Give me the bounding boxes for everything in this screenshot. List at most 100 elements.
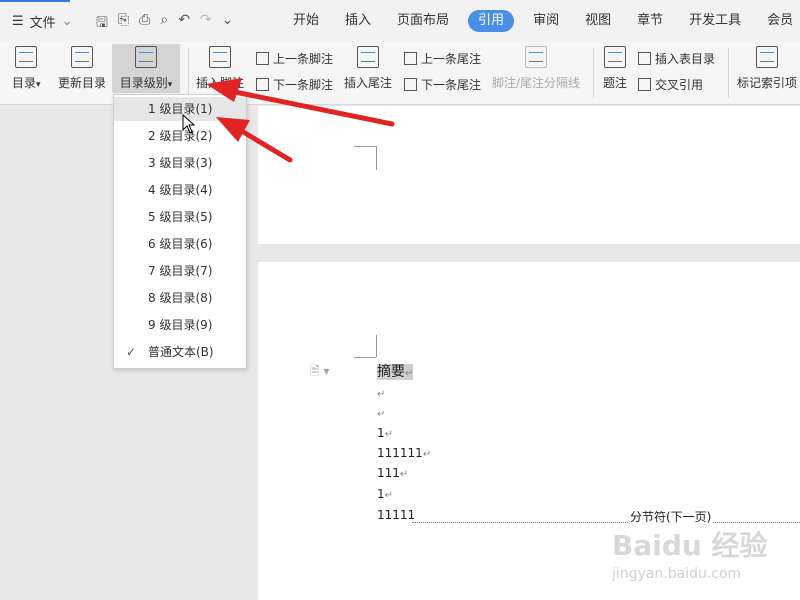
section-break-label: 分节符(下一页) xyxy=(628,508,714,525)
crop-mark xyxy=(376,146,377,170)
next-footnote-label: 下一条脚注 xyxy=(273,78,334,92)
dropdown-item-level-2[interactable]: 2 级目录(2) xyxy=(114,124,246,148)
format-painter-icon[interactable]: ⎘ xyxy=(118,12,129,36)
redo-icon[interactable]: ↷ xyxy=(200,12,212,36)
save-icon[interactable]: 🖫 xyxy=(96,12,108,36)
toc-icon xyxy=(15,46,38,68)
insert-endnote-label: 插入尾注 xyxy=(344,76,393,90)
next-footnote-icon xyxy=(256,78,269,91)
toc-level-label: 目录级别▾ xyxy=(119,76,173,90)
ribbon-separator xyxy=(188,48,189,98)
next-footnote-button[interactable]: 下一条脚注 xyxy=(256,76,333,93)
insert-footnote-label: 插入脚注 xyxy=(196,76,245,90)
crop-mark xyxy=(376,335,377,357)
insert-footnote-button[interactable]: 插入脚注 xyxy=(196,46,244,91)
tab-review[interactable]: 审阅 xyxy=(520,10,572,32)
dropdown-item-level-3[interactable]: 3 级目录(3) xyxy=(114,151,246,175)
undo-icon[interactable]: ↶ xyxy=(178,12,190,36)
prev-endnote-icon xyxy=(404,52,417,65)
separator-line-button[interactable]: 脚注/尾注分隔线 xyxy=(492,46,580,91)
dropdown-item-body-text[interactable]: ✓ 普通文本(B) xyxy=(114,340,246,364)
toc-level-dropdown: 1 级目录(1) 2 级目录(2) 3 级目录(3) 4 级目录(4) 5 级目… xyxy=(113,94,247,369)
prev-footnote-icon xyxy=(256,52,269,65)
separator-line-icon xyxy=(525,46,548,68)
tab-home[interactable]: 开始 xyxy=(280,10,332,32)
dropdown-item-level-1[interactable]: 1 级目录(1) xyxy=(114,97,246,121)
table-of-figures-label: 插入表目录 xyxy=(655,52,716,66)
tab-references[interactable]: 引用 xyxy=(468,10,515,32)
mark-index-button[interactable]: 标记索引项 xyxy=(737,46,797,91)
toc-button[interactable]: 目录▾ xyxy=(12,46,41,91)
tab-insert[interactable]: 插入 xyxy=(332,10,384,32)
toc-level-icon xyxy=(135,46,157,68)
crop-mark xyxy=(354,357,376,358)
watermark-logo: Baidu 经验 xyxy=(612,529,768,562)
hamburger-icon: ☰ xyxy=(12,14,24,29)
section-break: 分节符(下一页) xyxy=(412,508,800,525)
next-endnote-icon xyxy=(404,78,417,91)
watermark-url: jingyan.baidu.com xyxy=(612,566,742,582)
body-paragraph[interactable]: 1↵ xyxy=(377,426,393,440)
tab-developer[interactable]: 开发工具 xyxy=(676,10,754,32)
checkmark-icon: ✓ xyxy=(126,345,137,359)
dropdown-item-level-5[interactable]: 5 级目录(5) xyxy=(114,205,246,229)
dropdown-item-level-6[interactable]: 6 级目录(6) xyxy=(114,232,246,256)
toc-label: 目录▾ xyxy=(12,76,41,90)
dropdown-item-level-9[interactable]: 9 级目录(9) xyxy=(114,313,246,337)
paragraph-layout-icon[interactable]: 🗎 ▾ xyxy=(310,362,330,383)
tab-chapter[interactable]: 章节 xyxy=(624,10,676,32)
caption-label: 题注 xyxy=(603,76,628,90)
update-toc-icon xyxy=(71,46,93,68)
quick-access-toolbar: 🖫 ⎘ ⎙ ⌕ ↶ ↷ ⌄ xyxy=(96,12,233,36)
body-paragraph[interactable]: 11111 xyxy=(377,508,415,522)
body-paragraph[interactable]: 1↵ xyxy=(377,487,393,501)
prev-footnote-button[interactable]: 上一条脚注 xyxy=(256,50,333,67)
caption-button[interactable]: 题注 xyxy=(603,46,627,91)
customize-icon[interactable]: ⌄ xyxy=(222,12,234,36)
tab-page-layout[interactable]: 页面布局 xyxy=(384,10,462,32)
dropdown-item-level-7[interactable]: 7 级目录(7) xyxy=(114,259,246,283)
document-page-1[interactable] xyxy=(258,106,800,244)
tab-member[interactable]: 会员 xyxy=(754,10,800,32)
cross-reference-label: 交叉引用 xyxy=(655,78,704,92)
empty-paragraph[interactable]: ↵ xyxy=(377,406,385,420)
body-paragraph[interactable]: 111↵ xyxy=(377,466,408,480)
mark-index-label: 标记索引项 xyxy=(737,76,798,90)
active-window-accent xyxy=(0,0,70,2)
print-preview-icon[interactable]: ⌕ xyxy=(160,12,168,36)
table-of-figures-icon xyxy=(638,52,651,65)
cross-reference-icon xyxy=(638,78,651,91)
update-toc-button[interactable]: 更新目录 xyxy=(58,46,106,91)
toc-level-button[interactable]: 目录级别▾ xyxy=(112,44,180,93)
insert-table-of-figures-button[interactable]: 插入表目录 xyxy=(638,50,715,67)
title-bar: ☰ 文件 ⌄ 🖫 ⎘ ⎙ ⌕ ↶ ↷ ⌄ 开始 插入 页面布局 引用 审阅 视图… xyxy=(0,0,800,42)
prev-endnote-label: 上一条尾注 xyxy=(421,52,482,66)
ribbon-separator xyxy=(593,48,594,98)
file-menu-label: 文件 xyxy=(29,16,56,31)
ribbon-tabs: 开始 插入 页面布局 引用 审阅 视图 章节 开发工具 会员 xyxy=(280,10,800,32)
prev-endnote-button[interactable]: 上一条尾注 xyxy=(404,50,481,67)
insert-endnote-icon xyxy=(357,46,379,68)
file-menu[interactable]: ☰ 文件 ⌄ xyxy=(12,12,73,31)
tab-view[interactable]: 视图 xyxy=(572,10,624,32)
insert-footnote-icon xyxy=(209,46,231,68)
caption-icon xyxy=(604,46,626,68)
update-toc-label: 更新目录 xyxy=(58,76,107,90)
next-endnote-button[interactable]: 下一条尾注 xyxy=(404,76,481,93)
separator-line-label: 脚注/尾注分隔线 xyxy=(492,76,581,90)
heading-paragraph[interactable]: 摘要↵ xyxy=(377,361,414,381)
mouse-cursor-icon xyxy=(182,114,196,134)
next-endnote-label: 下一条尾注 xyxy=(421,78,482,92)
ribbon-separator xyxy=(728,48,729,98)
empty-paragraph[interactable]: ↵ xyxy=(377,386,385,400)
chevron-down-icon: ⌄ xyxy=(61,14,73,29)
print-icon[interactable]: ⎙ xyxy=(139,12,150,36)
heading-text: 摘要↵ xyxy=(377,364,414,380)
crop-mark xyxy=(354,146,376,147)
cross-reference-button[interactable]: 交叉引用 xyxy=(638,76,703,93)
mark-index-icon xyxy=(756,46,778,68)
dropdown-item-level-8[interactable]: 8 级目录(8) xyxy=(114,286,246,310)
body-paragraph[interactable]: 111111↵ xyxy=(377,446,431,460)
dropdown-item-level-4[interactable]: 4 级目录(4) xyxy=(114,178,246,202)
insert-endnote-button[interactable]: 插入尾注 xyxy=(344,46,392,91)
